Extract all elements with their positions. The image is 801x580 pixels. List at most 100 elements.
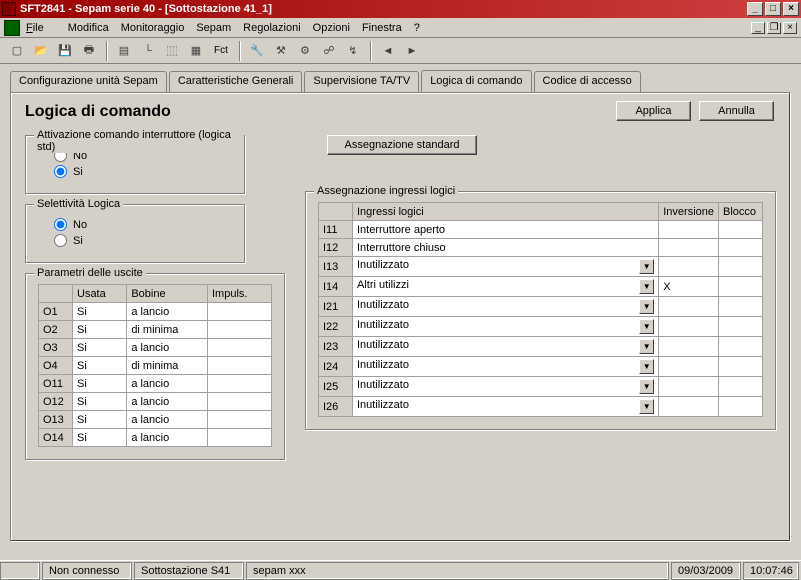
tab-codice-accesso[interactable]: Codice di accesso bbox=[534, 71, 641, 93]
cell-usata[interactable]: Si bbox=[73, 375, 127, 393]
menu-finestra[interactable]: Finestra bbox=[362, 22, 402, 34]
cell-ingressi[interactable]: Altri utilizzi▼ bbox=[353, 277, 659, 297]
save-icon[interactable]: 💾 bbox=[54, 40, 76, 62]
menu-monitoraggio[interactable]: Monitoraggio bbox=[121, 22, 185, 34]
cell-inversione[interactable] bbox=[659, 239, 719, 257]
cell-ingressi[interactable]: Inutilizzato▼ bbox=[353, 397, 659, 417]
wrench-icon[interactable]: 🔧 bbox=[246, 40, 268, 62]
chevron-down-icon[interactable]: ▼ bbox=[639, 399, 654, 414]
cell-inversione[interactable] bbox=[659, 317, 719, 337]
cell-bobine[interactable]: a lancio bbox=[127, 375, 208, 393]
cell-impuls[interactable] bbox=[208, 303, 272, 321]
cell-ingressi[interactable]: Inutilizzato▼ bbox=[353, 297, 659, 317]
cell-blocco[interactable] bbox=[719, 377, 763, 397]
tab-supervisione[interactable]: Supervisione TA/TV bbox=[304, 71, 419, 93]
next-icon[interactable]: ► bbox=[401, 40, 423, 62]
cell-impuls[interactable] bbox=[208, 321, 272, 339]
maximize-button[interactable]: □ bbox=[765, 2, 781, 16]
cell-blocco[interactable] bbox=[719, 357, 763, 377]
cell-blocco[interactable] bbox=[719, 397, 763, 417]
cell-blocco[interactable] bbox=[719, 317, 763, 337]
menu-opzioni[interactable]: Opzioni bbox=[313, 22, 350, 34]
open-icon[interactable]: 📂 bbox=[30, 40, 52, 62]
radio-sel-no[interactable] bbox=[54, 218, 67, 231]
cell-usata[interactable]: Si bbox=[73, 357, 127, 375]
graph-icon[interactable]: ⿲ bbox=[161, 40, 183, 62]
cell-blocco[interactable] bbox=[719, 239, 763, 257]
mdi-minimize-button[interactable]: _ bbox=[751, 22, 765, 34]
cell-impuls[interactable] bbox=[208, 393, 272, 411]
menu-sepam[interactable]: Sepam bbox=[196, 22, 231, 34]
cell-usata[interactable]: Si bbox=[73, 429, 127, 447]
tree-icon[interactable]: └ bbox=[137, 40, 159, 62]
assign-standard-button[interactable]: Assegnazione standard bbox=[327, 135, 477, 155]
chevron-down-icon[interactable]: ▼ bbox=[639, 379, 654, 394]
cell-inversione[interactable] bbox=[659, 377, 719, 397]
new-icon[interactable]: ▢ bbox=[6, 40, 28, 62]
mdi-close-button[interactable]: × bbox=[783, 22, 797, 34]
cell-impuls[interactable] bbox=[208, 375, 272, 393]
tab-logica-comando[interactable]: Logica di comando bbox=[421, 70, 531, 92]
cell-blocco[interactable] bbox=[719, 257, 763, 277]
chevron-down-icon[interactable]: ▼ bbox=[639, 279, 654, 294]
device-icon[interactable]: ▤ bbox=[113, 40, 135, 62]
cell-usata[interactable]: Si bbox=[73, 321, 127, 339]
cell-inversione[interactable] bbox=[659, 221, 719, 239]
antenna-icon[interactable]: ↯ bbox=[342, 40, 364, 62]
menu-modifica[interactable]: Modifica bbox=[68, 22, 109, 34]
cell-inversione[interactable] bbox=[659, 297, 719, 317]
cell-usata[interactable]: Si bbox=[73, 339, 127, 357]
cell-bobine[interactable]: a lancio bbox=[127, 339, 208, 357]
menu-help[interactable]: ? bbox=[414, 22, 420, 34]
mdi-restore-button[interactable]: ❐ bbox=[767, 22, 781, 34]
chevron-down-icon[interactable]: ▼ bbox=[639, 299, 654, 314]
tab-config-sepam[interactable]: Configurazione unità Sepam bbox=[10, 71, 167, 93]
fct-button[interactable]: Fct bbox=[209, 40, 233, 62]
cell-bobine[interactable]: di minima bbox=[127, 357, 208, 375]
menu-file[interactable]: File bbox=[26, 22, 56, 34]
tool-icon[interactable]: ☍ bbox=[318, 40, 340, 62]
minimize-button[interactable]: _ bbox=[747, 2, 763, 16]
cell-inversione[interactable]: X bbox=[659, 277, 719, 297]
cancel-button[interactable]: Annulla bbox=[699, 101, 774, 121]
cell-ingressi[interactable]: Inutilizzato▼ bbox=[353, 357, 659, 377]
cell-impuls[interactable] bbox=[208, 357, 272, 375]
chevron-down-icon[interactable]: ▼ bbox=[639, 339, 654, 354]
cell-impuls[interactable] bbox=[208, 339, 272, 357]
hammer-icon[interactable]: ⚙ bbox=[294, 40, 316, 62]
tab-caratteristiche[interactable]: Caratteristiche Generali bbox=[169, 71, 303, 93]
cell-inversione[interactable] bbox=[659, 257, 719, 277]
cell-impuls[interactable] bbox=[208, 429, 272, 447]
cell-usata[interactable]: Si bbox=[73, 411, 127, 429]
cell-bobine[interactable]: a lancio bbox=[127, 429, 208, 447]
cell-blocco[interactable] bbox=[719, 297, 763, 317]
chevron-down-icon[interactable]: ▼ bbox=[639, 319, 654, 334]
close-button[interactable]: × bbox=[783, 2, 799, 16]
cell-ingressi[interactable]: Inutilizzato▼ bbox=[353, 337, 659, 357]
cell-bobine[interactable]: a lancio bbox=[127, 393, 208, 411]
chevron-down-icon[interactable]: ▼ bbox=[639, 259, 654, 274]
cell-inversione[interactable] bbox=[659, 357, 719, 377]
cell-impuls[interactable] bbox=[208, 411, 272, 429]
cell-inversione[interactable] bbox=[659, 337, 719, 357]
radio-att-si[interactable] bbox=[54, 165, 67, 178]
chevron-down-icon[interactable]: ▼ bbox=[639, 359, 654, 374]
grid-icon[interactable]: ▦ bbox=[185, 40, 207, 62]
cell-inversione[interactable] bbox=[659, 397, 719, 417]
cell-ingressi[interactable]: Inutilizzato▼ bbox=[353, 317, 659, 337]
cell-bobine[interactable]: a lancio bbox=[127, 411, 208, 429]
menu-regolazioni[interactable]: Regolazioni bbox=[243, 22, 300, 34]
cell-ingressi[interactable]: Inutilizzato▼ bbox=[353, 257, 659, 277]
cell-bobine[interactable]: di minima bbox=[127, 321, 208, 339]
prev-icon[interactable]: ◄ bbox=[377, 40, 399, 62]
cell-ingressi[interactable]: Inutilizzato▼ bbox=[353, 377, 659, 397]
apply-button[interactable]: Applica bbox=[616, 101, 691, 121]
cell-blocco[interactable] bbox=[719, 337, 763, 357]
cell-blocco[interactable] bbox=[719, 277, 763, 297]
cell-blocco[interactable] bbox=[719, 221, 763, 239]
cell-ingressi[interactable]: Interruttore chiuso bbox=[353, 239, 659, 257]
cell-ingressi[interactable]: Interruttore aperto bbox=[353, 221, 659, 239]
cell-usata[interactable]: Si bbox=[73, 393, 127, 411]
radio-sel-si[interactable] bbox=[54, 234, 67, 247]
wrench2-icon[interactable]: ⚒ bbox=[270, 40, 292, 62]
